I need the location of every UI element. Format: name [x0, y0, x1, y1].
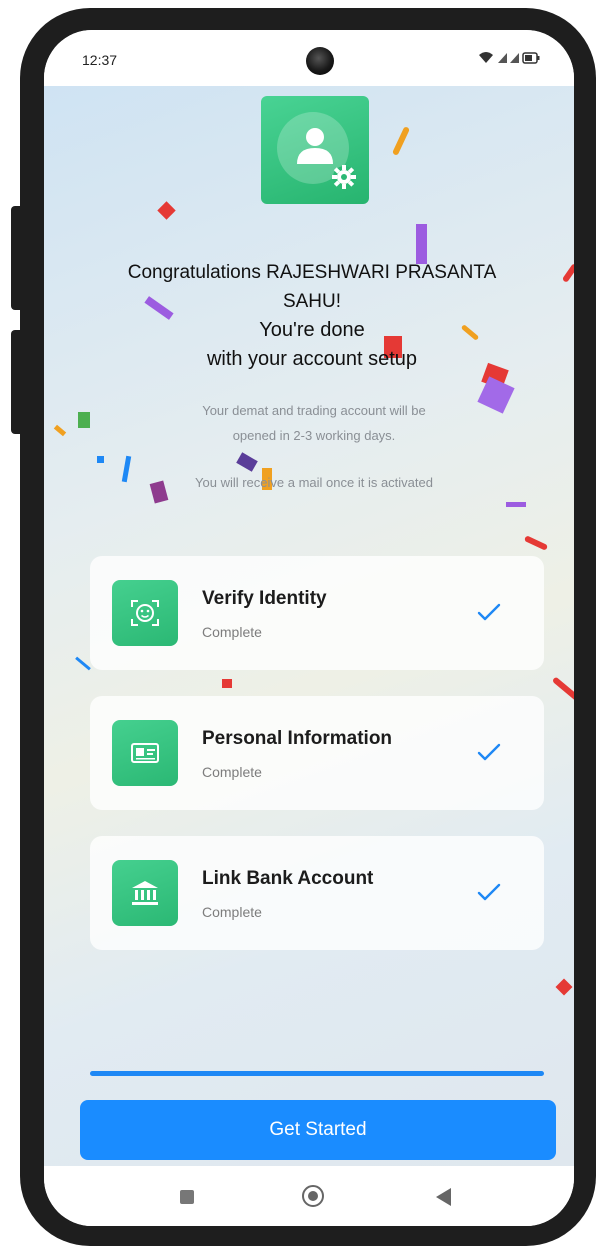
mail-notice: You will receive a mail once it is activ…: [195, 475, 433, 490]
account-setup-badge: [261, 96, 369, 204]
confetti-piece: [391, 126, 411, 156]
bank-icon: [112, 860, 178, 926]
step-status: Complete: [202, 764, 262, 780]
congrats-line-1: Congratulations RAJESHWARI PRASANTA: [127, 262, 497, 283]
check-icon: [477, 603, 501, 621]
back-button[interactable]: [436, 1188, 451, 1206]
confetti-piece: [157, 201, 176, 220]
congrats-line-2: SAHU!: [282, 291, 342, 312]
step-card-personal-information[interactable]: Personal Information Complete: [90, 696, 544, 810]
status-bar: 12:37: [44, 30, 574, 86]
confetti-piece: [551, 676, 574, 702]
gear-icon: [332, 165, 356, 189]
activation-note-line-2: opened in 2-3 working days.: [232, 428, 396, 443]
congratulations-message: Congratulations RAJESHWARI PRASANTA SAHU…: [92, 258, 532, 374]
confetti-piece: [53, 424, 67, 437]
step-title: Link Bank Account: [202, 868, 374, 889]
status-time: 12:37: [82, 52, 118, 68]
status-icons: [478, 50, 540, 69]
step-card-verify-identity[interactable]: Verify Identity Complete: [90, 556, 544, 670]
face-scan-icon: [112, 580, 178, 646]
step-status: Complete: [202, 624, 262, 640]
confetti-piece: [236, 452, 258, 472]
congrats-line-4: with your account setup: [206, 348, 418, 370]
confetti-piece: [561, 263, 574, 283]
phone-screen: 12:37 Congratulations RAJESHWARI PRASANT…: [44, 30, 574, 1226]
step-title: Personal Information: [202, 728, 393, 749]
activation-note-line-1: Your demat and trading account will be: [202, 403, 426, 418]
wifi-signal-battery-icon: [479, 52, 540, 64]
front-camera: [306, 47, 334, 75]
step-status: Complete: [202, 904, 262, 920]
confetti-piece: [222, 679, 232, 688]
confetti-piece: [97, 456, 104, 463]
step-card-link-bank-account[interactable]: Link Bank Account Complete: [90, 836, 544, 950]
home-button[interactable]: [302, 1185, 324, 1207]
confetti-piece: [506, 502, 526, 507]
step-title: Verify Identity: [202, 588, 327, 609]
get-started-button[interactable]: Get Started: [80, 1100, 556, 1160]
success-screen: Congratulations RAJESHWARI PRASANTA SAHU…: [44, 86, 574, 1166]
congrats-line-3: You're done: [259, 319, 365, 341]
confetti-piece: [78, 412, 90, 428]
confetti-piece: [75, 656, 91, 671]
confetti-piece: [555, 978, 573, 996]
system-navigation-bar: [44, 1166, 574, 1226]
check-icon: [477, 883, 501, 901]
recent-apps-button[interactable]: [180, 1190, 194, 1204]
confetti-piece: [523, 535, 549, 551]
check-icon: [477, 743, 501, 761]
id-card-icon: [112, 720, 178, 786]
activation-note: Your demat and trading account will be o…: [114, 398, 514, 448]
setup-progress-bar: [90, 1071, 544, 1076]
